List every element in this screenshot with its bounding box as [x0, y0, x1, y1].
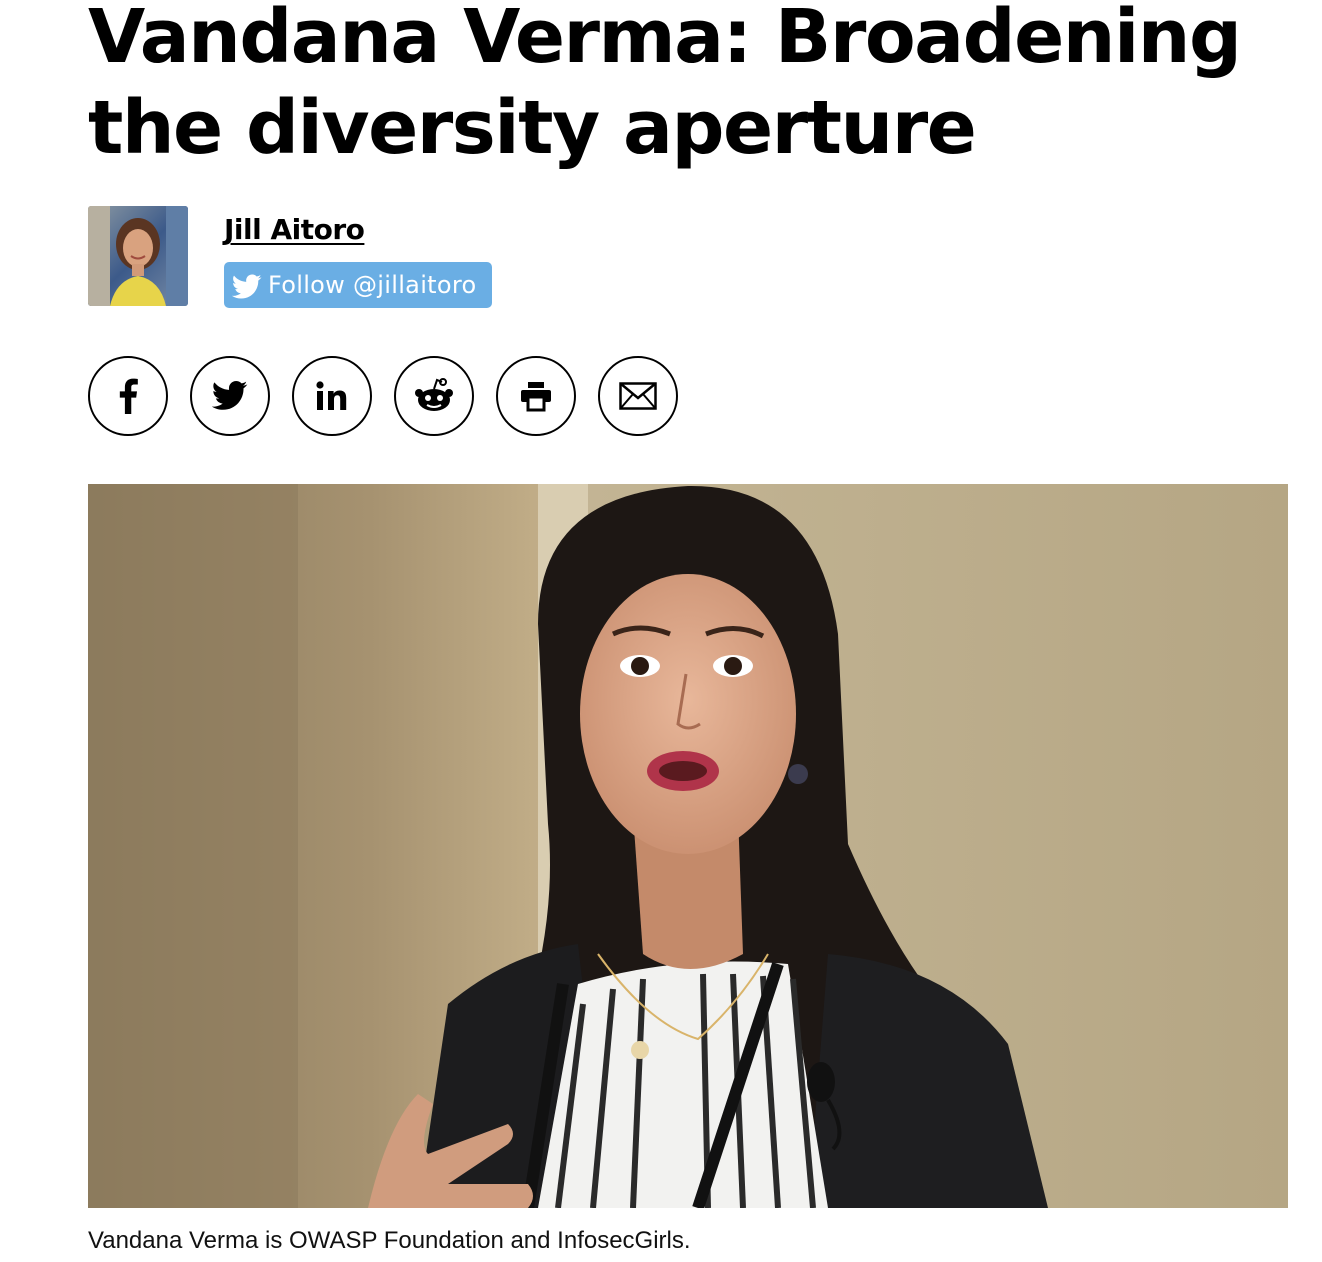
image-caption: Vandana Verma is OWASP Foundation and In…	[88, 1227, 691, 1254]
twitter-icon	[212, 381, 248, 410]
share-reddit-button[interactable]	[394, 356, 474, 436]
author-name-link[interactable]: Jill Aitoro	[224, 212, 365, 248]
reddit-icon	[415, 378, 453, 411]
author-avatar[interactable]	[88, 206, 188, 306]
email-icon	[619, 382, 657, 410]
twitter-follow-button[interactable]: Follow @jillaitoro	[224, 262, 492, 308]
share-twitter-button[interactable]	[190, 356, 270, 436]
twitter-bird-icon	[232, 274, 262, 299]
share-email-button[interactable]	[598, 356, 678, 436]
facebook-icon	[119, 378, 138, 414]
article-hero-image	[88, 484, 1288, 1208]
share-linkedin-button[interactable]	[292, 356, 372, 436]
linkedin-icon	[316, 381, 347, 410]
page-title: Vandana Verma: Broadening the diversity …	[88, 0, 1242, 171]
follow-label: Follow @jillaitoro	[268, 271, 477, 299]
print-icon	[521, 382, 551, 412]
print-button[interactable]	[496, 356, 576, 436]
share-facebook-button[interactable]	[88, 356, 168, 436]
